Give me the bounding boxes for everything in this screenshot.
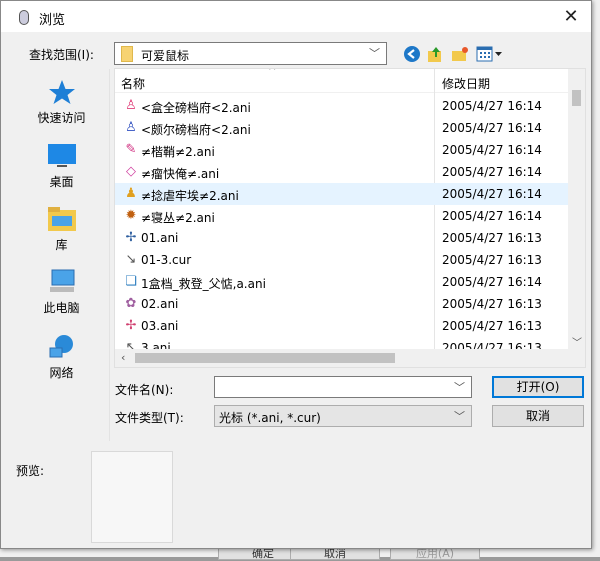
scroll-left-icon[interactable]: ‹ (121, 351, 125, 364)
file-list[interactable]: 名称 ^ 修改日期 ♙ <盒全磅档府<2.ani 2005/4/27 16:14 ♙ <… (114, 68, 586, 368)
file-name: 02.ani (141, 297, 179, 311)
place-this-pc[interactable]: 此电脑 (13, 269, 110, 316)
back-icon[interactable] (403, 45, 421, 63)
cursor-file-icon: ♙ (125, 120, 137, 135)
scroll-down-icon[interactable]: ﹀ (572, 334, 582, 349)
network-icon (47, 334, 77, 360)
place-label: 网络 (49, 366, 74, 380)
file-name: 03.ani (141, 319, 179, 333)
file-date: 2005/4/27 16:14 (442, 165, 542, 179)
chevron-down-icon: ﹀ (454, 410, 465, 423)
file-date: 2005/4/27 16:13 (442, 297, 542, 311)
file-date: 2005/4/27 16:14 (442, 143, 542, 157)
chevron-down-icon[interactable]: ﹀ (454, 379, 465, 395)
file-row[interactable]: ✢ 01.ani 2005/4/27 16:13 (115, 227, 570, 249)
file-row[interactable]: ↘ 01-3.cur 2005/4/27 16:13 (115, 249, 570, 271)
cursor-file-icon: ◇ (126, 164, 136, 179)
file-name: <颇尔磅档府<2.ani (141, 123, 251, 137)
place-label: 库 (55, 238, 68, 252)
place-label: 桌面 (49, 175, 74, 189)
place-label: 快速访问 (37, 111, 86, 125)
file-name: 01.ani (141, 231, 179, 245)
sort-up-icon: ^ (268, 68, 277, 77)
place-network[interactable]: 网络 (13, 334, 110, 381)
file-date: 2005/4/27 16:14 (442, 187, 542, 201)
file-date: 2005/4/27 16:14 (442, 275, 542, 289)
filename-label: 文件名(N): (115, 383, 174, 397)
file-date: 2005/4/27 16:14 (442, 209, 542, 223)
file-row[interactable]: ✢ 03.ani 2005/4/27 16:13 (115, 315, 570, 337)
cursor-file-icon: ❏ (125, 274, 137, 289)
file-date: 2005/4/27 16:13 (442, 319, 542, 333)
desktop-icon (47, 143, 77, 169)
file-name: ≠捻虐牢埃≠2.ani (141, 189, 239, 203)
cursor-file-icon: ✿ (125, 296, 137, 311)
cursor-file-icon: ↘ (125, 252, 137, 267)
close-button[interactable]: ✕ (551, 1, 591, 32)
lookin-combo[interactable]: 可爱鼠标 ﹀ (114, 42, 387, 65)
computer-icon (47, 269, 77, 295)
file-row[interactable]: ♟ ≠捻虐牢埃≠2.ani 2005/4/27 16:14 (115, 183, 570, 205)
cursor-file-icon: ♙ (125, 98, 137, 113)
cursor-file-icon: ✢ (125, 318, 137, 333)
place-quick-access[interactable]: 快速访问 (13, 79, 110, 126)
file-name: 01-3.cur (141, 253, 192, 267)
column-date-header[interactable]: 修改日期 (442, 75, 490, 92)
title-bar: 浏览 ✕ (1, 1, 591, 32)
file-row[interactable]: ✿ 02.ani 2005/4/27 16:13 (115, 293, 570, 315)
view-menu-icon[interactable] (476, 45, 504, 63)
file-name: ≠瘤快俺≠.ani (141, 167, 220, 181)
vertical-scrollbar[interactable]: ﹀ (568, 69, 585, 351)
preview-label: 预览: (16, 464, 45, 478)
star-icon (47, 79, 77, 105)
lookin-value: 可爱鼠标 (141, 49, 190, 63)
dialog-title: 浏览 (39, 13, 66, 28)
scroll-thumb[interactable] (572, 90, 581, 106)
lookin-label: 查找范围(I): (29, 48, 94, 62)
filename-input[interactable]: ﹀ (214, 376, 472, 398)
file-date: 2005/4/27 16:14 (442, 121, 542, 135)
cursor-file-icon: ✎ (125, 142, 137, 157)
scroll-thumb[interactable] (135, 353, 395, 363)
file-row[interactable]: ♙ <盒全磅档府<2.ani 2005/4/27 16:14 (115, 95, 570, 117)
place-desktop[interactable]: 桌面 (13, 143, 110, 190)
horizontal-scrollbar[interactable]: ‹ (115, 349, 585, 367)
browse-dialog: 浏览 ✕ 查找范围(I): 可爱鼠标 ﹀ 快速访问 桌面 库 此电脑 网络 名称… (0, 0, 592, 549)
cancel-button[interactable]: 取消 (492, 405, 584, 427)
file-date: 2005/4/27 16:13 (442, 253, 542, 267)
places-bar: 快速访问 桌面 库 此电脑 网络 (13, 69, 110, 441)
open-button[interactable]: 打开(O) (492, 376, 584, 398)
chevron-down-icon: ﹀ (369, 47, 380, 60)
file-row[interactable]: ◇ ≠瘤快俺≠.ani 2005/4/27 16:14 (115, 161, 570, 183)
library-icon (47, 206, 77, 232)
cursor-file-icon: ♟ (125, 186, 137, 201)
mouse-icon (19, 10, 29, 25)
file-date: 2005/4/27 16:13 (442, 231, 542, 245)
file-row[interactable]: ✎ ≠楷鞘≠2.ani 2005/4/27 16:14 (115, 139, 570, 161)
file-name: ≠楷鞘≠2.ani (141, 145, 215, 159)
list-header: 名称 ^ 修改日期 (115, 68, 570, 367)
column-name-header[interactable]: 名称 (121, 75, 145, 92)
place-library[interactable]: 库 (13, 206, 110, 253)
up-folder-icon[interactable] (426, 45, 444, 63)
preview-pane (91, 451, 173, 543)
file-name: 1盒档_救登_父惦,a.ani (141, 277, 266, 291)
filetype-value: 光标 (*.ani, *.cur) (219, 411, 321, 425)
file-name: <盒全磅档府<2.ani (141, 101, 251, 115)
file-row[interactable]: ❏ 1盒档_救登_父惦,a.ani 2005/4/27 16:14 (115, 271, 570, 293)
file-row[interactable]: ♙ <颇尔磅档府<2.ani 2005/4/27 16:14 (115, 117, 570, 139)
file-name: ≠寝丛≠2.ani (141, 211, 215, 225)
folder-icon (121, 46, 133, 62)
place-label: 此电脑 (43, 301, 80, 315)
cursor-file-icon: ✢ (125, 230, 137, 245)
cursor-file-icon: ✹ (125, 208, 137, 223)
file-row[interactable]: ✹ ≠寝丛≠2.ani 2005/4/27 16:14 (115, 205, 570, 227)
filetype-label: 文件类型(T): (115, 411, 184, 425)
file-date: 2005/4/27 16:14 (442, 99, 542, 113)
filetype-select[interactable]: 光标 (*.ani, *.cur) ﹀ (214, 405, 472, 427)
new-folder-icon[interactable] (451, 45, 469, 63)
